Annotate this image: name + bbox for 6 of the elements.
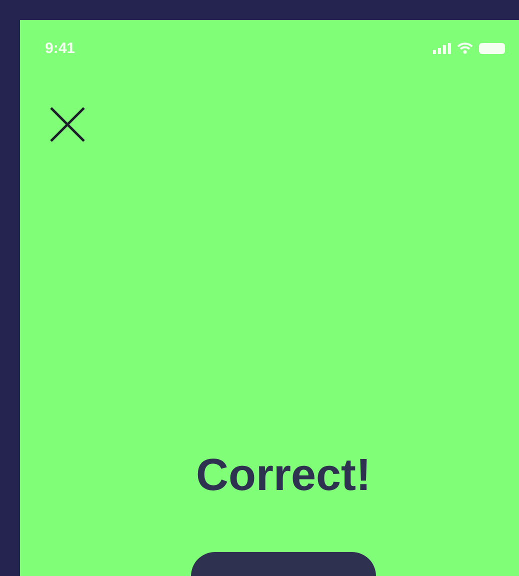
result-title: Correct! [196,449,372,501]
battery-icon [479,42,505,54]
status-time: 9:41 [45,40,76,56]
close-icon[interactable] [50,107,85,142]
signal-icon [433,42,451,54]
wifi-icon [457,42,473,54]
